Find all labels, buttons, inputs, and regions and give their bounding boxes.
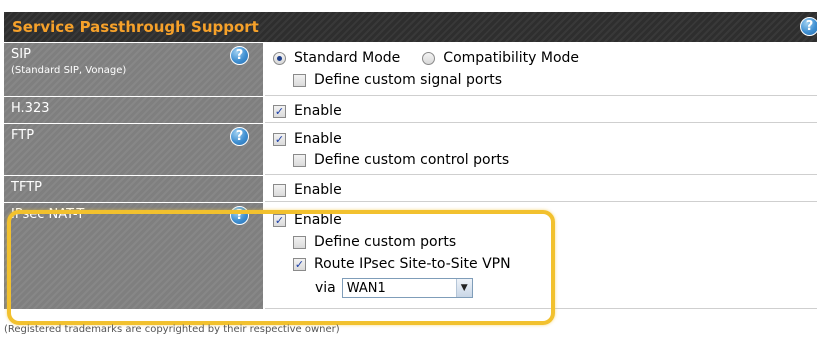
sip-label-cell: SIP (Standard SIP, Vonage) ?	[4, 43, 264, 96]
h323-enable-checkbox[interactable]: ✓	[273, 104, 286, 118]
ftp-enable-label: Enable	[294, 131, 342, 147]
trademark-footnote: (Registered trademarks are copyrighted b…	[4, 324, 340, 335]
ftp-row: FTP ? ✓ Enable Define custom control por…	[4, 123, 817, 175]
h323-enable-label: Enable	[294, 103, 342, 119]
sip-custom-ports-checkbox[interactable]	[293, 73, 306, 87]
tftp-row: TFTP Enable	[4, 175, 817, 202]
sip-custom-ports-line: Define custom signal ports	[293, 71, 502, 89]
ipsec-via-label: via	[315, 280, 336, 296]
radio-compatibility-mode-label: Compatibility Mode	[443, 50, 580, 66]
ftp-label-cell: FTP ?	[4, 124, 264, 175]
ipsec-label: IPsec NAT-T	[11, 207, 85, 222]
ftp-label: FTP	[11, 128, 35, 143]
ftp-value-cell: ✓ Enable Define custom control ports	[265, 124, 817, 175]
sip-mode-line: Standard Mode Compatibility Mode	[273, 49, 579, 67]
tftp-enable-label: Enable	[294, 182, 342, 198]
ftp-enable-line: ✓ Enable	[273, 130, 342, 148]
sip-value-cell: Standard Mode Compatibility Mode Define …	[265, 43, 817, 96]
tftp-enable-checkbox[interactable]	[273, 183, 286, 197]
ftp-enable-checkbox[interactable]: ✓	[273, 132, 286, 146]
panel-header: Service Passthrough Support ?	[4, 12, 817, 42]
sip-sublabel: (Standard SIP, Vonage)	[11, 65, 127, 76]
sip-label: SIP	[11, 47, 31, 62]
radio-standard-mode[interactable]	[273, 51, 286, 65]
chevron-down-icon[interactable]: ▼	[455, 279, 472, 297]
h323-label-cell: H.323	[4, 97, 264, 123]
ipsec-label-cell: IPsec NAT-T ?	[4, 203, 264, 309]
radio-compatibility-mode[interactable]	[422, 51, 436, 65]
ipsec-route-label: Route IPsec Site-to-Site VPN	[314, 256, 511, 272]
h323-label: H.323	[11, 101, 50, 116]
radio-standard-mode-label: Standard Mode	[294, 50, 401, 66]
wan-select-value: WAN1	[346, 280, 386, 296]
ipsec-custom-ports-checkbox[interactable]	[293, 235, 306, 249]
tftp-enable-line: Enable	[273, 181, 342, 199]
help-icon[interactable]: ?	[230, 46, 249, 65]
panel-title: Service Passthrough Support	[12, 18, 259, 36]
ipsec-custom-ports-label: Define custom ports	[314, 234, 457, 250]
ipsec-row: IPsec NAT-T ? ✓ Enable Define custom por…	[4, 202, 817, 309]
ipsec-enable-line: ✓ Enable	[273, 211, 342, 229]
ipsec-route-checkbox[interactable]: ✓	[293, 257, 306, 271]
tftp-label-cell: TFTP	[4, 176, 264, 202]
ftp-custom-ports-checkbox[interactable]	[293, 153, 306, 167]
help-icon[interactable]: ?	[800, 17, 817, 36]
sip-row: SIP (Standard SIP, Vonage) ? Standard Mo…	[4, 42, 817, 96]
ftp-custom-ports-label: Define custom control ports	[314, 152, 510, 168]
help-icon[interactable]: ?	[230, 206, 249, 225]
ipsec-custom-ports-line: Define custom ports	[293, 233, 456, 251]
h323-value-cell: ✓ Enable	[265, 97, 817, 123]
sip-custom-ports-label: Define custom signal ports	[314, 72, 503, 88]
wan-select[interactable]: WAN1 ▼	[341, 278, 473, 298]
h323-row: H.323 ✓ Enable	[4, 96, 817, 123]
service-passthrough-panel: Service Passthrough Support ? SIP (Stand…	[4, 12, 817, 309]
ipsec-value-cell: ✓ Enable Define custom ports ✓ Route IPs…	[265, 203, 817, 309]
ftp-custom-ports-line: Define custom control ports	[293, 151, 509, 169]
ipsec-enable-label: Enable	[294, 212, 342, 228]
tftp-label: TFTP	[11, 180, 42, 195]
tftp-value-cell: Enable	[265, 176, 817, 202]
ipsec-via-line: via WAN1 ▼	[315, 278, 473, 298]
ipsec-enable-checkbox[interactable]: ✓	[273, 213, 286, 227]
help-icon[interactable]: ?	[230, 127, 249, 146]
ipsec-route-line: ✓ Route IPsec Site-to-Site VPN	[293, 255, 511, 273]
h323-enable-line: ✓ Enable	[273, 102, 342, 120]
